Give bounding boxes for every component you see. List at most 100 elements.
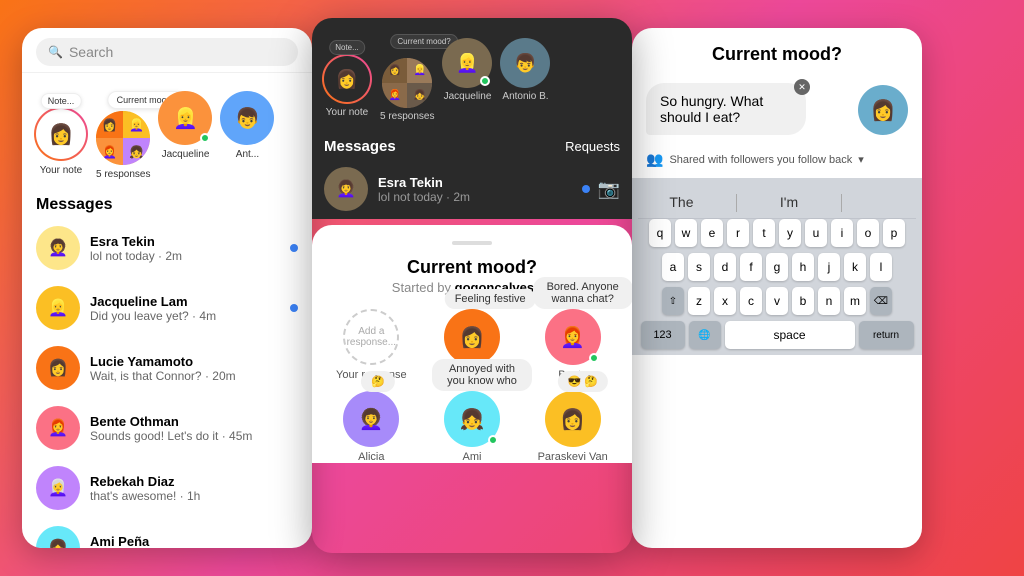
s2-label-responses: 5 responses (380, 111, 434, 122)
message-item-esra[interactable]: 👩‍🦱 Esra Tekin lol not today · 2m (36, 218, 298, 278)
s2-requests[interactable]: Requests (565, 139, 620, 154)
modal-bubble-lucie: Feeling festive (445, 289, 536, 309)
suggestion-divider-1 (736, 194, 737, 212)
key-o[interactable]: o (857, 219, 879, 247)
shared-info-text: Shared with followers you follow back (669, 154, 852, 166)
key-return[interactable]: return (859, 321, 914, 349)
key-q[interactable]: q (649, 219, 671, 247)
key-p[interactable]: p (883, 219, 905, 247)
key-f[interactable]: f (740, 253, 762, 281)
key-m[interactable]: m (844, 287, 866, 315)
key-z[interactable]: z (688, 287, 710, 315)
online-dot-jacqueline (200, 133, 210, 143)
modal-name-paraskevi: Paraskevi Van (538, 451, 608, 463)
modal-avatar-lucie: Feeling festive 👩 (444, 309, 500, 365)
key-y[interactable]: y (779, 219, 801, 247)
key-u[interactable]: u (805, 219, 827, 247)
key-h[interactable]: h (792, 253, 814, 281)
story-5responses[interactable]: Current mood? 👩 👱‍♀️ 👩‍🦰 👧 5 responses (96, 83, 150, 180)
key-j[interactable]: j (818, 253, 840, 281)
modal-name-alicia: Alicia (358, 451, 384, 463)
key-v[interactable]: v (766, 287, 788, 315)
message-item-lucie[interactable]: 👩 Lucie Yamamoto Wait, is that Connor? ·… (36, 338, 298, 398)
s2-message-esra[interactable]: 👩‍🦱 Esra Tekin lol not today · 2m 📷 (312, 159, 632, 219)
modal-avatar-alicia: 🤔 👩‍🦱 (343, 391, 399, 447)
key-l[interactable]: l (870, 253, 892, 281)
s2-story-note[interactable]: Note... 👩 Your note (322, 30, 372, 122)
key-shift[interactable]: ⇧ (662, 287, 684, 315)
s2-section-header: Messages Requests (312, 132, 632, 159)
dropdown-arrow-icon[interactable]: ▾ (858, 153, 864, 166)
s2-camera-icon[interactable]: 📷 (598, 179, 620, 200)
key-d[interactable]: d (714, 253, 736, 281)
suggestion-divider-2 (841, 194, 842, 212)
key-space[interactable]: space (725, 321, 855, 349)
keyboard: The I'm q w e r t y u i o p a s (632, 178, 922, 355)
screen3-chat-area: ✕ So hungry. What should I eat? 👩 (632, 73, 922, 145)
msg-avatar-esra: 👩‍🦱 (36, 226, 80, 270)
s2-story-antonio[interactable]: 👦 Antonio B. (500, 30, 550, 122)
modal-avatar-ami: Annoyed with you know who 👧 (444, 391, 500, 447)
s2-avatar-responses: Current mood? 👩 👱‍♀️ 👩‍🦰 👧 (382, 58, 432, 108)
msg-avatar-bente: 👩‍🦰 (36, 406, 80, 450)
key-w[interactable]: w (675, 219, 697, 247)
avatar-your-note: 👩 (34, 107, 88, 161)
screen3-phone: Current mood? ✕ So hungry. What should I… (632, 28, 922, 548)
key-emoji[interactable]: 🌐 (689, 321, 721, 349)
modal-name-ami: Ami (463, 451, 482, 463)
s2-story-responses[interactable]: Current mood? 👩 👱‍♀️ 👩‍🦰 👧 5 responses (380, 30, 434, 122)
modal-response-ami[interactable]: Annoyed with you know who 👧 Ami (427, 391, 518, 463)
screen2-phone: Note... 👩 Your note Current mood? 👩 👱‍♀️… (312, 18, 632, 553)
key-k[interactable]: k (844, 253, 866, 281)
message-item-ami[interactable]: 👧 Ami Peña See you soon · 3h (36, 518, 298, 548)
story-label-note: Your note (40, 165, 82, 176)
s2-section-title: Messages (324, 138, 396, 155)
message-item-rebekah[interactable]: 👩‍🦳 Rebekah Diaz that's awesome! · 1h (36, 458, 298, 518)
story-your-note[interactable]: Note... 👩 Your note (34, 83, 88, 180)
screen2-stories: Note... 👩 Your note Current mood? 👩 👱‍♀️… (312, 18, 632, 132)
story-jacqueline[interactable]: 👱‍♀️ Jacqueline (158, 83, 212, 180)
s2-story-jacqueline[interactable]: 👱‍♀️ Jacqueline (442, 30, 492, 122)
message-list-1: 👩‍🦱 Esra Tekin lol not today · 2m 👱‍♀️ J… (22, 218, 312, 548)
key-g[interactable]: g (766, 253, 788, 281)
screen3-header: Current mood? (632, 28, 922, 73)
keyboard-row-2: a s d f g h j k l (638, 253, 916, 281)
story-label-jacqueline: Jacqueline (162, 149, 210, 160)
s2-avatar-jacqueline: 👱‍♀️ (442, 38, 492, 88)
keyboard-row-3: ⇧ z x c v b n m ⌫ (638, 287, 916, 315)
modal-avatar-paraskevi: 😎 🤔 👩 (545, 391, 601, 447)
msg-avatar-jacqueline: 👱‍♀️ (36, 286, 80, 330)
search-bar[interactable]: 🔍 Search (36, 38, 298, 66)
suggestion-im[interactable]: I'm (780, 194, 798, 212)
key-r[interactable]: r (727, 219, 749, 247)
key-i[interactable]: i (831, 219, 853, 247)
key-backspace[interactable]: ⌫ (870, 287, 892, 315)
suggestion-the[interactable]: The (669, 194, 693, 212)
msg-avatar-ami: 👧 (36, 526, 80, 548)
key-n[interactable]: n (818, 287, 840, 315)
modal-response-alicia[interactable]: 🤔 👩‍🦱 Alicia (326, 391, 417, 463)
message-item-jacqueline[interactable]: 👱‍♀️ Jacqueline Lam Did you leave yet? ·… (36, 278, 298, 338)
msg-info-jacqueline: Jacqueline Lam Did you leave yet? · 4m (90, 294, 280, 323)
modal-avatar-bente: Bored. Anyone wanna chat? 👩‍🦰 (545, 309, 601, 365)
key-e[interactable]: e (701, 219, 723, 247)
key-c[interactable]: c (740, 287, 762, 315)
modal-response-paraskevi[interactable]: 😎 🤔 👩 Paraskevi Van (527, 391, 618, 463)
key-123[interactable]: 123 (641, 321, 685, 349)
key-b[interactable]: b (792, 287, 814, 315)
key-x[interactable]: x (714, 287, 736, 315)
search-icon: 🔍 (48, 45, 63, 59)
key-s[interactable]: s (688, 253, 710, 281)
stories-row-1: Note... 👩 Your note Current mood? 👩 👱‍♀️… (22, 73, 312, 190)
message-item-bente[interactable]: 👩‍🦰 Bente Othman Sounds good! Let's do i… (36, 398, 298, 458)
note-bubble: Note... (41, 93, 82, 109)
key-a[interactable]: a (662, 253, 684, 281)
story-antonio[interactable]: 👦 Ant... (220, 83, 274, 180)
s2-label-jacqueline: Jacqueline (444, 91, 492, 102)
chat-bubble-text: So hungry. What should I eat? (660, 93, 763, 125)
close-bubble-btn[interactable]: ✕ (794, 79, 810, 95)
people-icon: 👥 (646, 151, 663, 168)
key-t[interactable]: t (753, 219, 775, 247)
search-input: Search (69, 44, 113, 60)
msg-avatar-rebekah: 👩‍🦳 (36, 466, 80, 510)
